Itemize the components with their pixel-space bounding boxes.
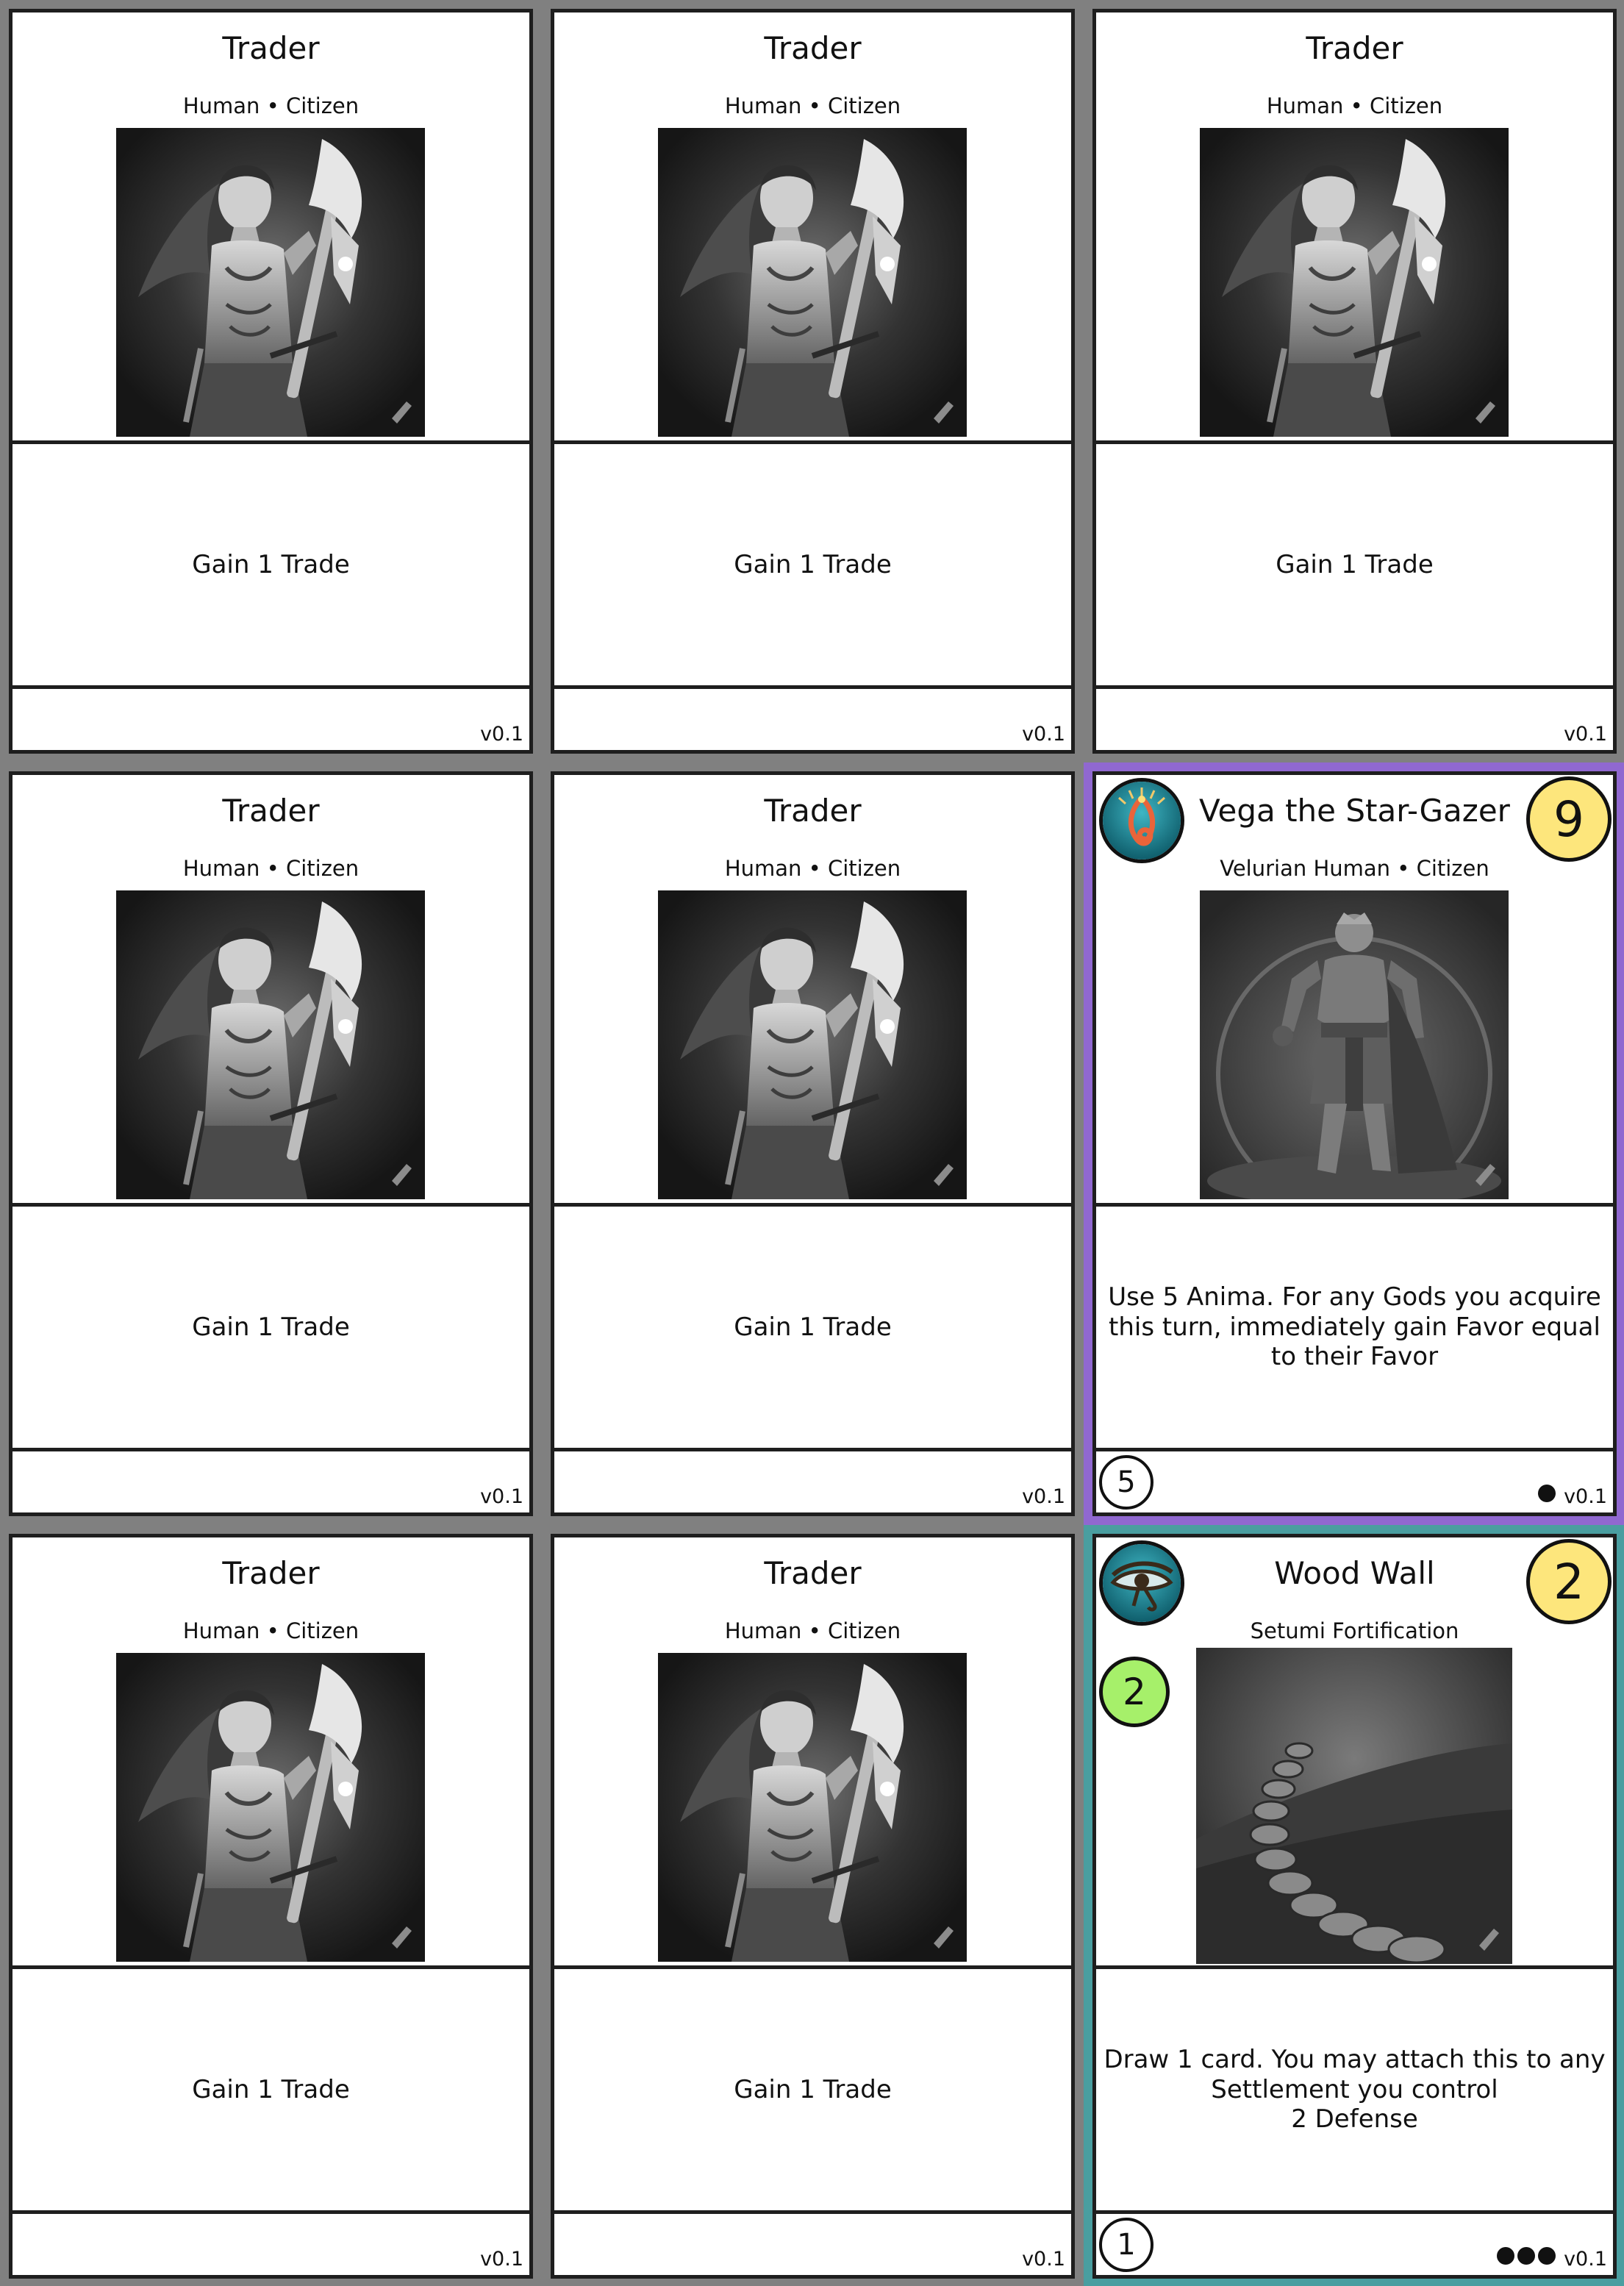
- divider: [1096, 685, 1613, 689]
- card-face: Trader Human • Citizen Gain 1 Trade v0.1: [9, 1534, 533, 2279]
- card-text: Gain 1 Trade: [734, 1312, 892, 1342]
- card-art: [116, 1653, 425, 1962]
- card-subtitle: Human • Citizen: [182, 856, 360, 881]
- card-trader[interactable]: Trader Human • Citizen Gain 1 Trade v0.1: [0, 762, 542, 1525]
- version-label: v0.1: [480, 1485, 523, 1508]
- defense-badge: 2: [1099, 1657, 1170, 1727]
- card-header: Trader Human • Citizen: [554, 1537, 1071, 1965]
- divider: [554, 685, 1071, 689]
- divider: [1096, 1448, 1613, 1451]
- rarity-dot: [1538, 2247, 1556, 2265]
- card-face: Trader Human • Citizen Gain 1 Trade v0.1: [551, 771, 1075, 1516]
- card-subtitle: Human • Citizen: [724, 93, 901, 118]
- card-header: Trader Human • Citizen: [1096, 12, 1613, 440]
- version-label: v0.1: [1022, 2248, 1065, 2271]
- card-header: Trader Human • Citizen: [554, 775, 1071, 1203]
- card-trader[interactable]: Trader Human • Citizen Gain 1 Trade v0.1: [0, 0, 542, 762]
- card-text: Gain 1 Trade: [734, 2074, 892, 2104]
- card-header: Trader Human • Citizen: [12, 12, 529, 440]
- card-art: [116, 890, 425, 1199]
- card-subtitle: Human • Citizen: [1266, 93, 1443, 118]
- card-art: [658, 128, 967, 437]
- card-title: Vega the Star-Gazer: [1199, 793, 1510, 829]
- card-face: Trader Human • Citizen Gain 1 Trade v0.1: [551, 1534, 1075, 2279]
- card-header: 2 Wood Wall Setumi Fortification 2: [1096, 1537, 1613, 1965]
- card-vega-the-star-gazer[interactable]: 9 Vega the Star-Gazer Velurian Human • C…: [1084, 762, 1624, 1525]
- card-header: Trader Human • Citizen: [12, 1537, 529, 1965]
- divider: [12, 1448, 529, 1451]
- card-title: Trader: [764, 30, 862, 66]
- card-trader[interactable]: Trader Human • Citizen Gain 1 Trade v0.1: [1084, 0, 1624, 762]
- card-text: Gain 1 Trade: [734, 549, 892, 579]
- version-label: v0.1: [1564, 1485, 1607, 1508]
- version-label: v0.1: [1564, 723, 1607, 746]
- card-art: [658, 890, 967, 1199]
- card-face: Trader Human • Citizen Gain 1 Trade v0.1: [9, 9, 533, 754]
- card-title: Trader: [764, 793, 862, 829]
- card-text: Use 5 Anima. For any Gods you acquire th…: [1108, 1282, 1601, 1372]
- card-text: Gain 1 Trade: [192, 1312, 350, 1342]
- card-face: 2 Wood Wall Setumi Fortification 2 Draw …: [1092, 1534, 1617, 2279]
- card-art: [1200, 128, 1509, 437]
- anima-cost-badge: 1: [1099, 2218, 1153, 2272]
- version-label: v0.1: [1022, 1485, 1065, 1508]
- card-trader[interactable]: Trader Human • Citizen Gain 1 Trade v0.1: [542, 762, 1084, 1525]
- version-label: v0.1: [480, 2248, 523, 2271]
- card-text: Gain 1 Trade: [192, 549, 350, 579]
- card-text: Draw 1 card. You may attach this to any …: [1103, 2044, 1606, 2135]
- card-title: Trader: [222, 1555, 320, 1591]
- anima-cost-badge: 5: [1099, 1455, 1153, 1510]
- card-wood-wall[interactable]: 2 Wood Wall Setumi Fortification 2 Draw …: [1084, 1525, 1624, 2286]
- card-art: [1196, 1648, 1512, 1964]
- card-text: Gain 1 Trade: [192, 2074, 350, 2104]
- card-title: Wood Wall: [1274, 1555, 1435, 1591]
- divider: [12, 2210, 529, 2214]
- card-header: Trader Human • Citizen: [554, 12, 1071, 440]
- card-art: [116, 128, 425, 437]
- card-art: [658, 1653, 967, 1962]
- card-subtitle: Human • Citizen: [182, 93, 360, 118]
- card-face: Trader Human • Citizen Gain 1 Trade v0.1: [9, 771, 533, 1516]
- card-trader[interactable]: Trader Human • Citizen Gain 1 Trade v0.1: [542, 1525, 1084, 2286]
- card-subtitle: Velurian Human • Citizen: [1220, 856, 1489, 881]
- version-label: v0.1: [1564, 2248, 1607, 2271]
- rarity-dots: [1497, 2247, 1556, 2265]
- card-subtitle: Human • Citizen: [724, 856, 901, 881]
- card-text: Gain 1 Trade: [1276, 549, 1434, 579]
- card-subtitle: Setumi Fortification: [1250, 1618, 1459, 1643]
- card-face: Trader Human • Citizen Gain 1 Trade v0.1: [1092, 9, 1617, 754]
- card-title: Trader: [1306, 30, 1403, 66]
- rarity-dot: [1517, 2247, 1535, 2265]
- card-subtitle: Human • Citizen: [182, 1618, 360, 1643]
- divider: [12, 685, 529, 689]
- card-trader[interactable]: Trader Human • Citizen Gain 1 Trade v0.1: [0, 1525, 542, 2286]
- rarity-dot: [1538, 1485, 1556, 1502]
- divider: [1096, 2210, 1613, 2214]
- version-label: v0.1: [1022, 723, 1065, 746]
- rarity-dots: [1538, 1485, 1556, 1502]
- card-header: Trader Human • Citizen: [12, 775, 529, 1203]
- card-trader[interactable]: Trader Human • Citizen Gain 1 Trade v0.1: [542, 0, 1084, 762]
- card-title: Trader: [222, 30, 320, 66]
- card-face: 9 Vega the Star-Gazer Velurian Human • C…: [1092, 771, 1617, 1516]
- divider: [554, 1448, 1071, 1451]
- card-art: [1200, 890, 1509, 1199]
- card-subtitle: Human • Citizen: [724, 1618, 901, 1643]
- rarity-dot: [1497, 2247, 1514, 2265]
- card-title: Trader: [222, 793, 320, 829]
- card-face: Trader Human • Citizen Gain 1 Trade v0.1: [551, 9, 1075, 754]
- card-header: 9 Vega the Star-Gazer Velurian Human • C…: [1096, 775, 1613, 1203]
- version-label: v0.1: [480, 723, 523, 746]
- card-title: Trader: [764, 1555, 862, 1591]
- divider: [554, 2210, 1071, 2214]
